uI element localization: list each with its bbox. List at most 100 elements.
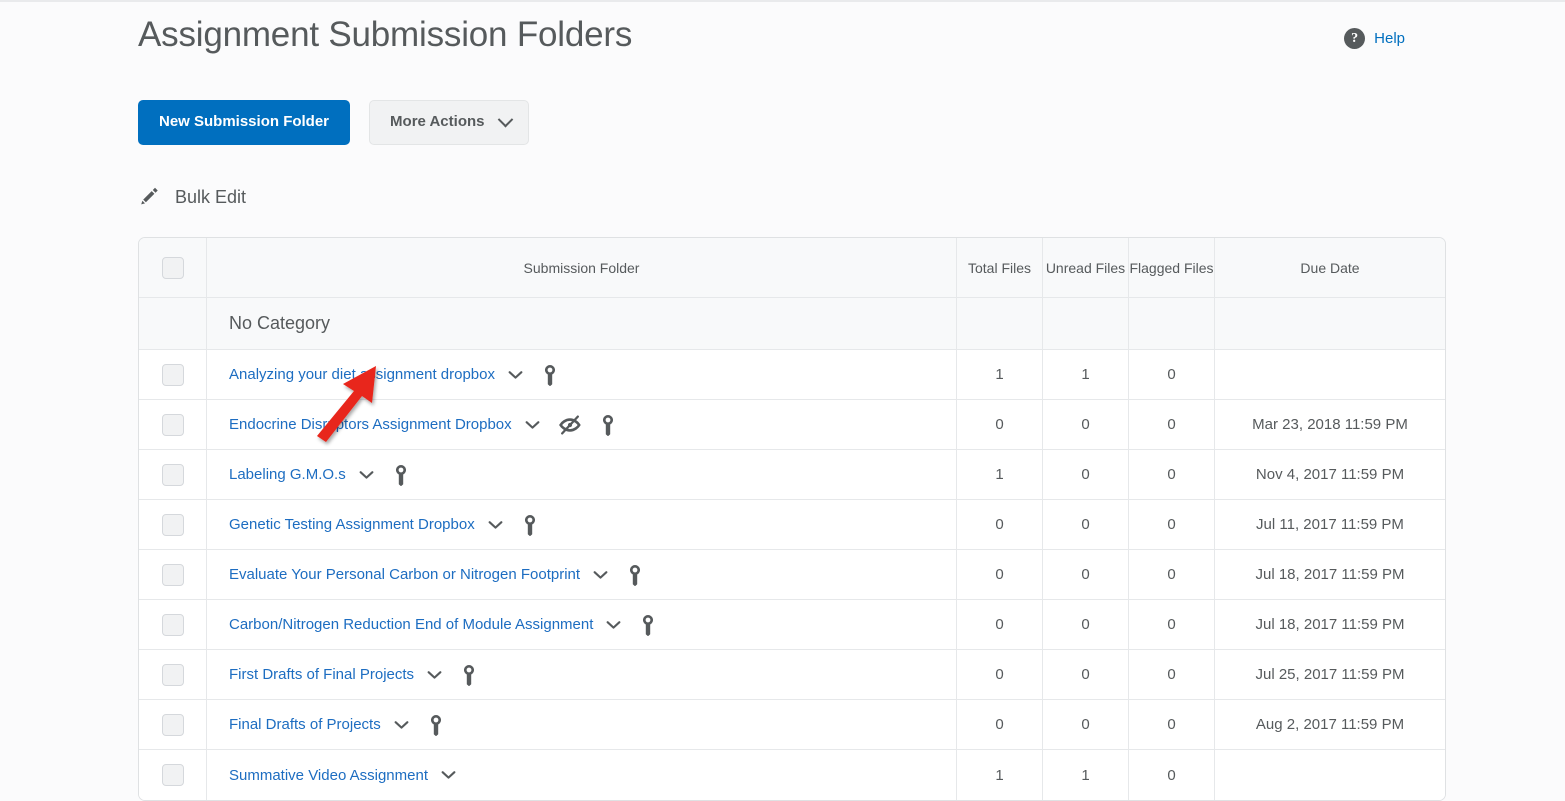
flagged-files-cell: 0 <box>1129 750 1215 800</box>
row-checkbox[interactable] <box>162 614 184 636</box>
folder-name-cell: Analyzing your diet assignment dropbox <box>207 350 957 400</box>
unread-files-cell: 0 <box>1043 600 1129 650</box>
table-head: Submission Folder Total Files Unread Fil… <box>139 238 1445 298</box>
new-submission-folder-button[interactable]: New Submission Folder <box>138 100 350 145</box>
folder-link[interactable]: Evaluate Your Personal Carbon or Nitroge… <box>229 566 580 583</box>
eye-slash-icon[interactable] <box>559 415 581 435</box>
due-date-cell: Jul 11, 2017 11:59 PM <box>1215 500 1445 550</box>
row-select-cell <box>139 450 207 500</box>
folder-name-wrapper: Evaluate Your Personal Carbon or Nitroge… <box>207 564 956 586</box>
column-header-total-files: Total Files <box>957 238 1043 298</box>
table-container: Submission Folder Total Files Unread Fil… <box>138 237 1565 801</box>
key-icon[interactable] <box>461 664 477 686</box>
total-files-cell: 0 <box>957 550 1043 600</box>
key-icon[interactable] <box>600 414 616 436</box>
table-body: No Category Analyzing your diet assignmen… <box>139 298 1445 800</box>
row-checkbox[interactable] <box>162 664 184 686</box>
table-row: Evaluate Your Personal Carbon or Nitroge… <box>139 550 1445 600</box>
total-files-cell: 0 <box>957 700 1043 750</box>
total-files-cell: 0 <box>957 600 1043 650</box>
row-checkbox[interactable] <box>162 564 184 586</box>
category-total-cell <box>957 298 1043 350</box>
chevron-down-icon[interactable] <box>427 670 442 680</box>
folder-link[interactable]: Endocrine Disruptors Assignment Dropbox <box>229 416 512 433</box>
row-select-cell <box>139 550 207 600</box>
folder-name-cell: First Drafts of Final Projects <box>207 650 957 700</box>
folder-link[interactable]: Final Drafts of Projects <box>229 716 381 733</box>
help-link[interactable]: ? Help <box>1344 28 1405 49</box>
chevron-down-icon <box>498 111 514 127</box>
select-all-checkbox[interactable] <box>162 257 184 279</box>
chevron-down-icon[interactable] <box>394 720 409 730</box>
key-icon[interactable] <box>522 514 538 536</box>
column-header-select <box>139 238 207 298</box>
total-files-cell: 1 <box>957 350 1043 400</box>
folder-name-cell: Labeling G.M.O.s <box>207 450 957 500</box>
chevron-down-icon[interactable] <box>606 620 621 630</box>
chevron-down-icon[interactable] <box>359 470 374 480</box>
row-checkbox[interactable] <box>162 414 184 436</box>
more-actions-button[interactable]: More Actions <box>369 100 529 145</box>
category-select-cell <box>139 298 207 350</box>
unread-files-cell: 1 <box>1043 350 1129 400</box>
row-select-cell <box>139 750 207 800</box>
row-select-cell <box>139 650 207 700</box>
submission-folders-table: Submission Folder Total Files Unread Fil… <box>138 237 1446 801</box>
key-icon[interactable] <box>393 464 409 486</box>
chevron-down-icon[interactable] <box>525 420 540 430</box>
table-row: Carbon/Nitrogen Reduction End of Module … <box>139 600 1445 650</box>
flagged-files-cell: 0 <box>1129 600 1215 650</box>
row-checkbox[interactable] <box>162 464 184 486</box>
column-header-name: Submission Folder <box>207 238 957 298</box>
key-icon[interactable] <box>542 364 558 386</box>
row-checkbox[interactable] <box>162 514 184 536</box>
category-flagged-cell <box>1129 298 1215 350</box>
folder-name-cell: Final Drafts of Projects <box>207 700 957 750</box>
key-icon[interactable] <box>640 614 656 636</box>
total-files-cell: 0 <box>957 500 1043 550</box>
flagged-files-cell: 0 <box>1129 400 1215 450</box>
row-checkbox[interactable] <box>162 714 184 736</box>
folder-name-cell: Genetic Testing Assignment Dropbox <box>207 500 957 550</box>
bulk-edit-button[interactable]: Bulk Edit <box>138 185 246 209</box>
chevron-down-icon[interactable] <box>488 520 503 530</box>
folder-link[interactable]: Genetic Testing Assignment Dropbox <box>229 516 475 533</box>
key-icon[interactable] <box>428 714 444 736</box>
row-select-cell <box>139 350 207 400</box>
chevron-down-icon[interactable] <box>508 370 523 380</box>
folder-name-wrapper: First Drafts of Final Projects <box>207 664 956 686</box>
due-date-cell: Jul 18, 2017 11:59 PM <box>1215 600 1445 650</box>
folder-link[interactable]: Labeling G.M.O.s <box>229 466 346 483</box>
total-files-cell: 1 <box>957 450 1043 500</box>
bulk-edit-label: Bulk Edit <box>175 187 246 208</box>
row-checkbox[interactable] <box>162 364 184 386</box>
due-date-cell <box>1215 350 1445 400</box>
folder-name-wrapper: Summative Video Assignment <box>207 767 956 784</box>
table-row: Genetic Testing Assignment Dropbox000Jul… <box>139 500 1445 550</box>
column-header-flagged-files: Flagged Files <box>1129 238 1215 298</box>
question-circle-icon: ? <box>1344 28 1365 49</box>
total-files-cell: 0 <box>957 650 1043 700</box>
table-row: Summative Video Assignment110 <box>139 750 1445 800</box>
due-date-cell: Jul 25, 2017 11:59 PM <box>1215 650 1445 700</box>
total-files-cell: 0 <box>957 400 1043 450</box>
folder-link[interactable]: Summative Video Assignment <box>229 767 428 784</box>
page-title: Assignment Submission Folders <box>138 14 632 56</box>
folder-link[interactable]: Carbon/Nitrogen Reduction End of Module … <box>229 616 593 633</box>
unread-files-cell: 0 <box>1043 650 1129 700</box>
chevron-down-icon[interactable] <box>593 570 608 580</box>
table-row: First Drafts of Final Projects000Jul 25,… <box>139 650 1445 700</box>
folder-name-wrapper: Analyzing your diet assignment dropbox <box>207 364 956 386</box>
category-name-cell: No Category <box>207 298 957 350</box>
folder-name-wrapper: Carbon/Nitrogen Reduction End of Module … <box>207 614 956 636</box>
due-date-cell <box>1215 750 1445 800</box>
folder-link[interactable]: Analyzing your diet assignment dropbox <box>229 366 495 383</box>
folder-link[interactable]: First Drafts of Final Projects <box>229 666 414 683</box>
folder-name-cell: Evaluate Your Personal Carbon or Nitroge… <box>207 550 957 600</box>
category-label: No Category <box>207 313 330 333</box>
flagged-files-cell: 0 <box>1129 550 1215 600</box>
pencil-icon <box>138 185 162 209</box>
table-header-row: Submission Folder Total Files Unread Fil… <box>139 238 1445 298</box>
key-icon[interactable] <box>627 564 643 586</box>
chevron-down-icon[interactable] <box>441 770 456 780</box>
